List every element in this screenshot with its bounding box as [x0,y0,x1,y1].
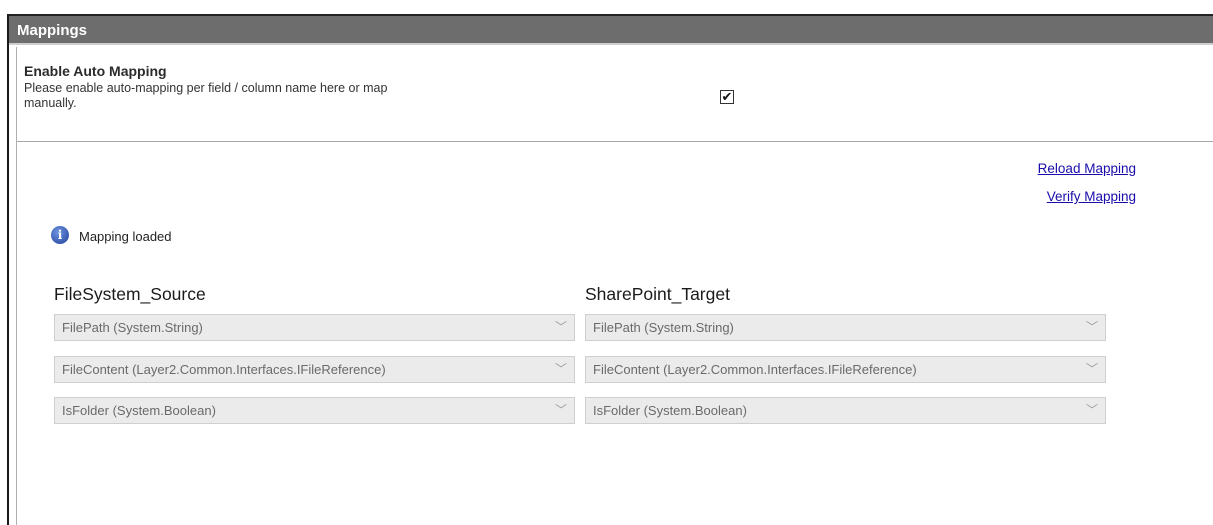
status-message: Mapping loaded [79,229,172,244]
target-field-select[interactable]: IsFolder (System.Boolean) ﹀ [585,397,1106,424]
chevron-down-icon: ﹀ [1085,403,1098,417]
select-value: IsFolder (System.Boolean) [593,403,747,418]
chevron-down-icon: ﹀ [1085,362,1098,376]
info-icon: i [51,226,69,244]
divider [17,141,1213,142]
target-field-select[interactable]: FilePath (System.String) ﹀ [585,314,1106,341]
source-field-select[interactable]: IsFolder (System.Boolean) ﹀ [54,397,575,424]
auto-mapping-description: Please enable auto-mapping per field / c… [24,81,388,110]
select-value: IsFolder (System.Boolean) [62,403,216,418]
auto-mapping-checkbox[interactable]: ✔ [720,90,734,104]
chevron-down-icon: ﹀ [554,320,567,334]
section-header: Mappings [9,16,1213,45]
select-value: FileContent (Layer2.Common.Interfaces.IF… [62,362,386,377]
check-icon: ✔ [721,89,733,104]
verify-mapping-link[interactable]: Verify Mapping [1047,189,1136,204]
select-value: FilePath (System.String) [593,320,734,335]
reload-mapping-link[interactable]: Reload Mapping [1038,161,1136,176]
target-field-select[interactable]: FileContent (Layer2.Common.Interfaces.IF… [585,356,1106,383]
chevron-down-icon: ﹀ [1085,320,1098,334]
source-field-select[interactable]: FilePath (System.String) ﹀ [54,314,575,341]
source-field-select[interactable]: FileContent (Layer2.Common.Interfaces.IF… [54,356,575,383]
source-column-title: FileSystem_Source [54,284,206,304]
chevron-down-icon: ﹀ [554,403,567,417]
select-value: FileContent (Layer2.Common.Interfaces.IF… [593,362,917,377]
auto-mapping-title: Enable Auto Mapping [24,63,167,79]
chevron-down-icon: ﹀ [554,362,567,376]
select-value: FilePath (System.String) [62,320,203,335]
target-column-title: SharePoint_Target [585,284,730,304]
